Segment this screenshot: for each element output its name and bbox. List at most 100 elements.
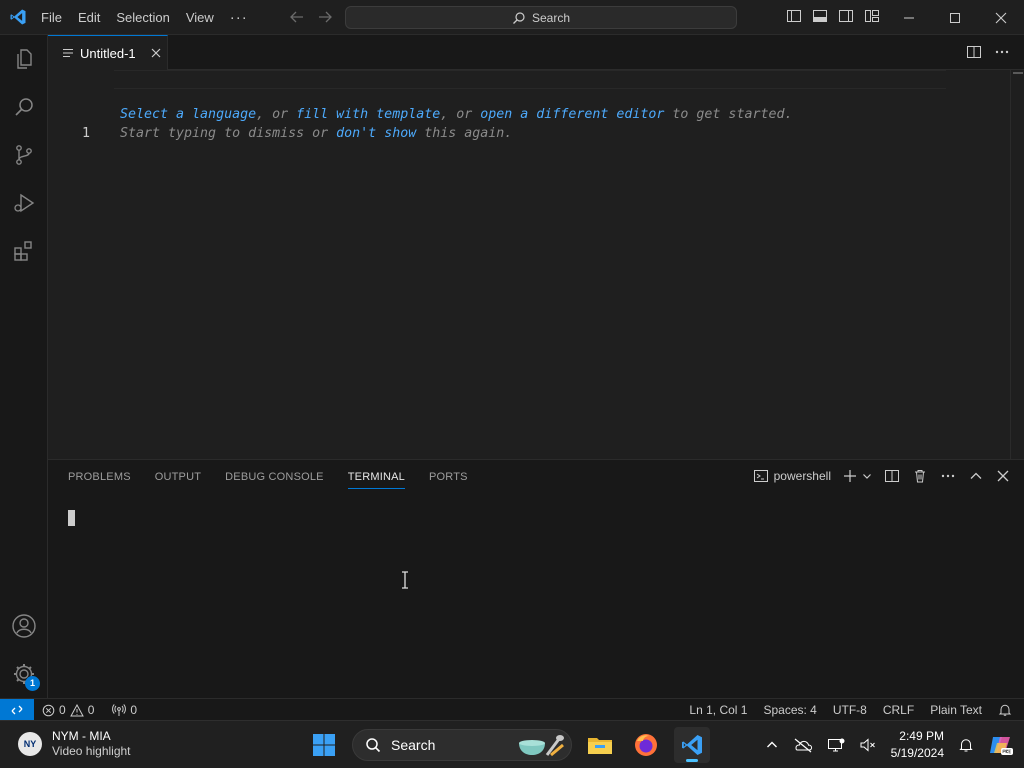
cursor-position[interactable]: Ln 1, Col 1 <box>689 703 747 717</box>
eol-status[interactable]: CRLF <box>883 703 914 717</box>
menu-file[interactable]: File <box>33 0 70 35</box>
news-widget[interactable]: NY NYM - MIA Video highlight <box>18 729 131 759</box>
clock[interactable]: 2:49 PM 5/19/2024 <box>891 728 944 762</box>
firefox-icon <box>635 734 657 756</box>
onedrive-offline-icon[interactable] <box>793 737 813 753</box>
back-arrow-icon[interactable] <box>288 8 306 26</box>
status-left: 0 0 0 <box>42 699 137 721</box>
close-window-button[interactable] <box>978 0 1024 35</box>
hint-text: , or <box>256 107 297 122</box>
code-editor[interactable]: 1 Select a language, or fill with templa… <box>48 70 1010 460</box>
tab-ports[interactable]: PORTS <box>429 460 468 495</box>
more-actions-icon[interactable] <box>994 44 1010 60</box>
manage-settings-button[interactable]: 1 <box>0 650 48 698</box>
news-text: NYM - MIA Video highlight <box>52 729 131 759</box>
extensions-icon <box>14 241 32 261</box>
chevron-down-icon[interactable] <box>862 471 872 481</box>
broadcast-icon <box>112 704 127 716</box>
scrollbar-cursor-marker <box>1013 72 1023 74</box>
status-bar: 0 0 0 Ln 1, Col 1 Spaces: 4 UTF-8 CRLF P… <box>0 698 1024 721</box>
tab-problems[interactable]: PROBLEMS <box>68 460 131 495</box>
indentation-status[interactable]: Spaces: 4 <box>763 703 816 717</box>
toggle-secondary-sidebar-icon[interactable] <box>838 8 854 24</box>
menu-selection[interactable]: Selection <box>108 0 177 35</box>
problems-status-button[interactable]: 0 0 <box>42 703 94 717</box>
ports-status-button[interactable]: 0 <box>112 703 137 717</box>
new-terminal-button[interactable] <box>843 469 872 483</box>
toggle-panel-icon[interactable] <box>812 8 828 24</box>
command-center-search[interactable]: Search <box>345 6 737 29</box>
minimize-button[interactable] <box>886 0 932 35</box>
search-highlight-illustration-icon <box>519 735 564 757</box>
maximize-icon <box>950 12 960 23</box>
empty-editor-hint-line-1: Select a language, or fill with template… <box>120 105 792 124</box>
source-control-button[interactable] <box>0 131 48 179</box>
terminal-cursor <box>68 510 75 526</box>
fill-with-template-link[interactable]: fill with template <box>296 107 440 122</box>
toggle-primary-sidebar-icon[interactable] <box>786 8 802 24</box>
remote-indicator-button[interactable] <box>0 699 34 721</box>
select-language-link[interactable]: Select a language <box>120 107 256 122</box>
explorer-button[interactable] <box>0 35 48 83</box>
start-button[interactable] <box>306 727 342 763</box>
menu-view[interactable]: View <box>178 0 222 35</box>
search-icon <box>366 738 381 753</box>
extensions-button[interactable] <box>0 227 48 275</box>
chevron-up-icon[interactable] <box>765 738 779 752</box>
tab-label: Untitled-1 <box>80 45 136 61</box>
open-different-editor-link[interactable]: open a different editor <box>480 107 664 122</box>
hint-text: this again. <box>416 126 513 141</box>
notifications-bell-icon[interactable] <box>998 703 1012 717</box>
customize-layout-icon[interactable] <box>864 8 880 24</box>
terminal-actions: powershell <box>753 468 1010 484</box>
settings-badge: 1 <box>25 676 40 691</box>
mets-logo-icon: NY <box>18 732 42 756</box>
error-icon <box>42 704 55 716</box>
dont-show-link[interactable]: don't show <box>336 126 416 141</box>
copilot-icon[interactable] <box>988 733 1014 757</box>
folder-icon <box>588 738 612 754</box>
vscode-icon <box>682 735 702 755</box>
title-bar: File Edit Selection View ··· Search <box>0 0 1024 35</box>
firefox-button[interactable] <box>628 727 664 763</box>
search-view-button[interactable] <box>0 83 48 131</box>
tab-untitled-1[interactable]: Untitled-1 <box>48 35 168 70</box>
display-icon[interactable] <box>827 737 845 753</box>
forward-arrow-icon[interactable] <box>316 8 334 26</box>
maximize-button[interactable] <box>932 0 978 35</box>
vscode-taskbar-button[interactable] <box>674 727 710 763</box>
tab-terminal[interactable]: TERMINAL <box>347 460 406 495</box>
remote-icon <box>11 705 23 715</box>
bottom-panel: PROBLEMS OUTPUT DEBUG CONSOLE TERMINAL P… <box>48 459 1024 698</box>
accounts-button[interactable] <box>0 602 48 650</box>
volume-muted-icon[interactable] <box>859 737 877 753</box>
taskbar-search-box[interactable]: Search <box>352 729 572 761</box>
menu-edit[interactable]: Edit <box>70 0 108 35</box>
run-debug-button[interactable] <box>0 179 48 227</box>
notifications-bell-icon[interactable] <box>958 737 974 753</box>
split-editor-icon[interactable] <box>966 44 982 60</box>
editor-scrollbar[interactable] <box>1010 70 1024 460</box>
more-actions-icon[interactable] <box>940 468 956 484</box>
close-tab-icon[interactable] <box>150 47 162 59</box>
news-subtitle: Video highlight <box>52 744 131 758</box>
maximize-panel-icon[interactable] <box>968 468 984 484</box>
trash-icon[interactable] <box>912 468 928 484</box>
file-explorer-button[interactable] <box>582 727 618 763</box>
taskbar-center: Search <box>306 727 710 763</box>
tab-output[interactable]: OUTPUT <box>155 460 201 495</box>
terminal-shell-selector[interactable]: powershell <box>753 468 831 484</box>
navigation-arrows <box>288 8 334 26</box>
encoding-status[interactable]: UTF-8 <box>833 703 867 717</box>
editor-actions <box>966 44 1010 60</box>
hint-text: Start typing to dismiss or <box>120 126 337 141</box>
tab-debug-console[interactable]: DEBUG CONSOLE <box>225 460 324 495</box>
split-terminal-icon[interactable] <box>884 468 900 484</box>
language-mode-status[interactable]: Plain Text <box>930 703 982 717</box>
menu-more[interactable]: ··· <box>222 0 256 35</box>
close-panel-icon[interactable] <box>996 469 1010 483</box>
text-cursor-ibeam-icon <box>402 571 408 589</box>
search-icon <box>513 11 525 24</box>
error-count: 0 <box>59 703 66 717</box>
windows-taskbar: NY NYM - MIA Video highlight Search 2:49… <box>0 720 1024 768</box>
